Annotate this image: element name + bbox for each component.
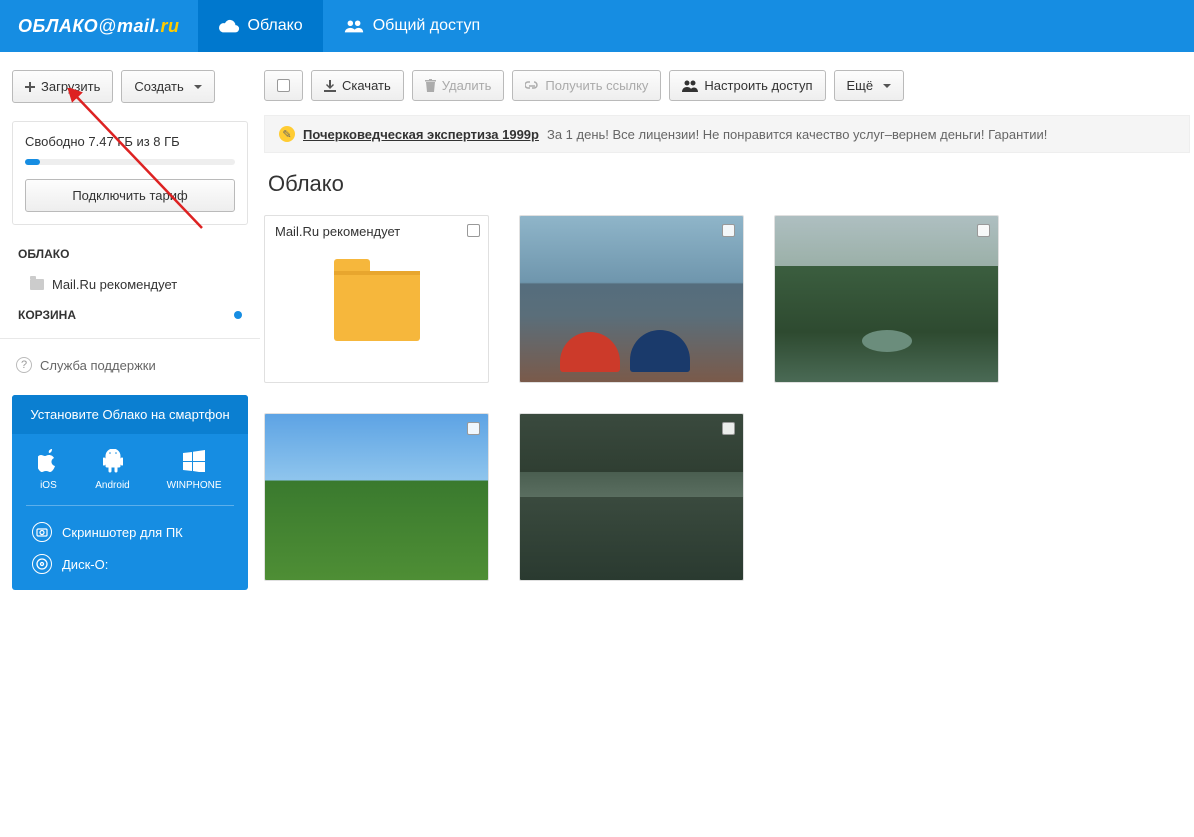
tab-cloud[interactable]: Облако <box>198 0 323 52</box>
android-icon <box>103 448 123 474</box>
getlink-label: Получить ссылку <box>545 78 648 93</box>
file-checkbox[interactable] <box>722 422 735 435</box>
delete-button[interactable]: Удалить <box>412 70 505 101</box>
logo-mail: mail <box>117 16 155 36</box>
page-title: Облако <box>268 171 1190 197</box>
file-image-3[interactable] <box>264 413 489 581</box>
file-folder-recommends[interactable]: Mail.Ru рекомендует <box>264 215 489 383</box>
promo-title: Установите Облако на смартфон <box>12 395 248 434</box>
section-cloud-title: ОБЛАКО <box>12 237 248 271</box>
ad-banner[interactable]: ✎ Почерковедческая экспертиза 1999р За 1… <box>264 115 1190 153</box>
upload-label: Загрузить <box>41 79 100 94</box>
file-checkbox[interactable] <box>467 224 480 237</box>
file-grid: Mail.Ru рекомендует <box>264 215 1190 581</box>
windows-icon <box>183 448 205 474</box>
storage-widget: Свободно 7.47 ГБ из 8 ГБ Подключить тари… <box>12 121 248 225</box>
sidebar-item-label: Mail.Ru рекомендует <box>52 277 177 292</box>
help-icon: ? <box>16 357 32 373</box>
promo-box: Установите Облако на смартфон iOS Androi… <box>12 395 248 590</box>
sidebar-item-recommends[interactable]: Mail.Ru рекомендует <box>12 271 248 298</box>
file-checkbox[interactable] <box>467 422 480 435</box>
select-all-button[interactable] <box>264 70 303 101</box>
plus-icon <box>25 82 35 92</box>
logo-ru: ru <box>161 16 180 36</box>
logo-at: @ <box>98 16 117 36</box>
ad-link[interactable]: Почерковедческая экспертиза 1999р <box>303 127 539 142</box>
people-icon <box>343 18 365 34</box>
promo-screenshoter[interactable]: Скриншотер для ПК <box>12 516 248 548</box>
download-icon <box>324 80 336 92</box>
file-image-1[interactable] <box>519 215 744 383</box>
disk-icon <box>32 554 52 574</box>
logo[interactable]: ОБЛАКО@mail.ru <box>0 16 198 37</box>
folder-icon <box>30 279 44 290</box>
promo-disko-label: Диск-О: <box>62 557 108 572</box>
promo-ios[interactable]: iOS <box>38 448 58 491</box>
file-image-2[interactable] <box>774 215 999 383</box>
camera-icon <box>32 522 52 542</box>
promo-disko[interactable]: Диск-О: <box>12 548 248 580</box>
link-icon <box>525 81 539 91</box>
tab-shared-label: Общий доступ <box>373 17 481 35</box>
storage-bar <box>25 159 235 165</box>
getlink-button[interactable]: Получить ссылку <box>512 70 661 101</box>
file-checkbox[interactable] <box>977 224 990 237</box>
trash-indicator-icon <box>234 311 242 319</box>
divider <box>0 338 260 339</box>
promo-android[interactable]: Android <box>95 448 129 491</box>
more-label: Ещё <box>847 78 874 93</box>
cloud-icon <box>218 18 240 34</box>
tab-cloud-label: Облако <box>248 17 303 35</box>
people-icon <box>682 80 698 92</box>
promo-screenshoter-label: Скриншотер для ПК <box>62 525 183 540</box>
file-checkbox[interactable] <box>722 224 735 237</box>
storage-text: Свободно 7.47 ГБ из 8 ГБ <box>25 134 235 149</box>
delete-label: Удалить <box>442 78 492 93</box>
promo-ios-label: iOS <box>40 480 57 491</box>
access-label: Настроить доступ <box>704 78 812 93</box>
create-label: Создать <box>134 79 183 94</box>
tariff-label: Подключить тариф <box>72 188 187 203</box>
checkbox-icon <box>277 79 290 92</box>
support-link[interactable]: ? Служба поддержки <box>12 349 248 381</box>
tariff-button[interactable]: Подключить тариф <box>25 179 235 212</box>
upload-button[interactable]: Загрузить <box>12 70 113 103</box>
more-button[interactable]: Ещё <box>834 70 905 101</box>
tab-shared[interactable]: Общий доступ <box>323 0 501 52</box>
download-label: Скачать <box>342 78 391 93</box>
logo-text: ОБЛАКО <box>18 16 98 36</box>
promo-winphone[interactable]: WINPHONE <box>167 448 222 491</box>
file-label: Mail.Ru рекомендует <box>275 224 400 239</box>
access-button[interactable]: Настроить доступ <box>669 70 825 101</box>
download-button[interactable]: Скачать <box>311 70 404 101</box>
section-trash-title[interactable]: КОРЗИНА <box>18 308 76 322</box>
file-image-4[interactable] <box>519 413 744 581</box>
promo-divider <box>26 505 234 506</box>
promo-android-label: Android <box>95 480 129 491</box>
trash-icon <box>425 79 436 92</box>
folder-large-icon <box>334 271 420 341</box>
ad-text: За 1 день! Все лицензии! Не понравится к… <box>547 127 1047 142</box>
apple-icon <box>38 448 58 474</box>
promo-winphone-label: WINPHONE <box>167 480 222 491</box>
ad-icon: ✎ <box>279 126 295 142</box>
support-label: Служба поддержки <box>40 358 156 373</box>
create-button[interactable]: Создать <box>121 70 214 103</box>
